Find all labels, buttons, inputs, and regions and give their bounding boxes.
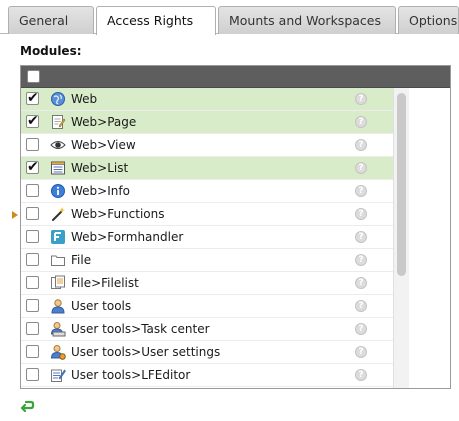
filelist-icon (50, 275, 66, 291)
wand-icon (50, 206, 66, 222)
refresh-icon[interactable] (19, 399, 35, 415)
module-label: Web>Page (71, 115, 137, 129)
module-label: User tools>User settings (71, 345, 221, 359)
page-edit-icon (50, 114, 66, 130)
module-row[interactable]: Web>Functions? (21, 203, 393, 226)
module-label: Web>List (71, 161, 129, 175)
module-row[interactable]: File? (21, 249, 393, 272)
module-row[interactable]: Web>Formhandler? (21, 226, 393, 249)
user-settings-icon (50, 344, 66, 360)
module-checkbox[interactable] (26, 368, 39, 381)
tab-general[interactable]: General (8, 6, 94, 34)
help-icon[interactable]: ? (355, 254, 367, 266)
modules-scrollbar[interactable] (393, 88, 409, 388)
tab-general-label: General (19, 13, 69, 28)
module-label: Web>Formhandler (71, 230, 184, 244)
help-icon[interactable]: ? (355, 346, 367, 358)
folder-icon (50, 252, 66, 268)
help-icon[interactable]: ? (355, 116, 367, 128)
globe-icon (50, 91, 66, 107)
module-row[interactable]: User tools>LFEditor? (21, 364, 393, 387)
module-row[interactable]: File>Filelist? (21, 272, 393, 295)
module-label: Web>View (71, 138, 136, 152)
help-icon[interactable]: ? (355, 231, 367, 243)
help-icon[interactable]: ? (355, 300, 367, 312)
help-icon[interactable]: ? (355, 139, 367, 151)
task-center-icon (50, 321, 66, 337)
module-label: File (71, 253, 92, 267)
module-checkbox[interactable] (26, 230, 39, 243)
tab-mounts-workspaces-label: Mounts and Workspaces (229, 13, 381, 28)
scrollbar-thumb[interactable] (397, 93, 406, 276)
tab-mounts-workspaces[interactable]: Mounts and Workspaces (218, 6, 396, 34)
module-row[interactable]: User tools? (21, 295, 393, 318)
modules-heading: Modules: (20, 44, 82, 58)
module-checkbox[interactable] (26, 184, 39, 197)
modules-list: Web?Web>Page?Web>View?Web>List?Web>Info?… (20, 65, 451, 389)
form-icon (50, 229, 66, 245)
module-checkbox[interactable] (26, 253, 39, 266)
module-checkbox[interactable] (26, 207, 39, 220)
module-row[interactable]: User tools>User settings? (21, 341, 393, 364)
module-checkbox[interactable] (26, 138, 39, 151)
module-checkbox[interactable] (26, 158, 39, 176)
help-icon[interactable]: ? (355, 185, 367, 197)
list-right-padding (409, 88, 450, 388)
help-icon[interactable]: ? (355, 93, 367, 105)
tab-bar: General Access Rights Mounts and Workspa… (0, 0, 459, 35)
module-checkbox[interactable] (26, 89, 39, 107)
module-label: File>Filelist (71, 276, 139, 290)
module-checkbox[interactable] (26, 299, 39, 312)
list-icon (50, 160, 66, 176)
help-icon[interactable]: ? (355, 162, 367, 174)
select-all-checkbox[interactable] (27, 70, 40, 83)
module-label: User tools>LFEditor (71, 368, 191, 382)
module-checkbox[interactable] (26, 276, 39, 289)
module-row[interactable]: Web>Info? (21, 180, 393, 203)
module-row[interactable]: Web>Page? (21, 111, 393, 134)
module-label: User tools (71, 299, 132, 313)
module-row[interactable]: Web>List? (21, 157, 393, 180)
module-label: Web (71, 92, 98, 106)
module-label: User tools>Task center (71, 322, 210, 336)
access-rights-panel: Modules: Web?Web>Page?Web>View?Web>List?… (0, 34, 459, 421)
help-icon[interactable]: ? (355, 369, 367, 381)
lfeditor-icon (50, 367, 66, 383)
module-label: Web>Info (71, 184, 130, 198)
module-row[interactable]: Web>View? (21, 134, 393, 157)
tab-access-rights[interactable]: Access Rights (96, 6, 216, 35)
module-checkbox[interactable] (26, 112, 39, 130)
info-icon (50, 183, 66, 199)
help-icon[interactable]: ? (355, 323, 367, 335)
tab-options-label: Options (409, 13, 458, 28)
module-row[interactable]: User tools>Task center? (21, 318, 393, 341)
module-checkbox[interactable] (26, 322, 39, 335)
module-checkbox[interactable] (26, 345, 39, 358)
current-row-marker-icon (12, 211, 18, 219)
module-label: Web>Functions (71, 207, 165, 221)
tab-options[interactable]: Options (398, 6, 459, 34)
modules-list-header (21, 66, 450, 88)
module-row[interactable]: Web? (21, 88, 393, 111)
help-icon[interactable]: ? (355, 277, 367, 289)
tab-access-rights-label: Access Rights (107, 13, 194, 28)
help-icon[interactable]: ? (355, 208, 367, 220)
eye-icon (50, 137, 66, 153)
user-icon (50, 298, 66, 314)
